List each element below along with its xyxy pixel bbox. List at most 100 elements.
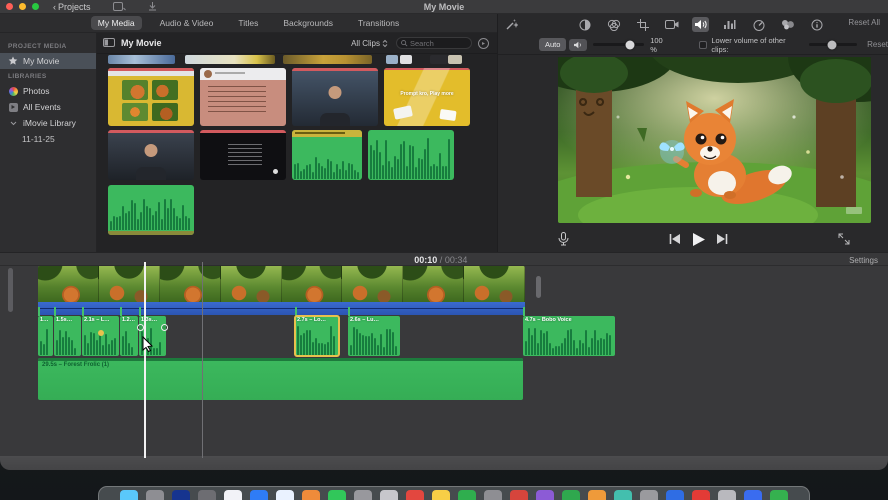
tab-transitions[interactable]: Transitions [351,16,406,30]
timeline-clip[interactable]: 1… [38,307,53,356]
dock-app-icon[interactable] [510,490,528,500]
lower-volume-checkbox[interactable] [699,40,708,49]
dock-app-icon[interactable] [536,490,554,500]
skip-back-button[interactable] [669,234,681,244]
media-thumbnail[interactable] [292,68,378,126]
dock-app-icon[interactable] [458,490,476,500]
sidebar-item-my-movie[interactable]: My Movie [0,53,96,69]
play-button[interactable] [691,232,706,247]
media-thumbnail[interactable]: Prompt kro, Play more [384,68,470,126]
timeline-scrollbar-right[interactable] [536,276,541,298]
timeline-music-clip[interactable]: 29.5s – Forest Frolic (1) [38,358,523,400]
media-thumbnail[interactable] [108,55,175,64]
dock-app-icon[interactable] [614,490,632,500]
video-clip-audio-strip[interactable] [38,302,525,315]
sidebar-item-all-events[interactable]: All Events [0,99,96,115]
timeline-clip[interactable]: 4.7s – Bobo Voice [523,307,615,356]
dock-app-icon[interactable] [588,490,606,500]
dock-app-icon[interactable] [640,490,658,500]
media-thumbnail[interactable] [200,68,286,126]
effects-icon[interactable] [779,17,796,32]
media-thumbnail[interactable] [400,55,412,64]
color-balance-icon[interactable] [576,17,593,32]
dock-app-icon[interactable] [302,490,320,500]
close-window-button[interactable] [6,3,13,10]
dock-app-icon[interactable] [562,490,580,500]
all-clips-filter[interactable]: All Clips [351,39,388,48]
fullscreen-icon[interactable] [838,233,850,245]
clip-filter-icon[interactable]: ▸ [478,37,489,49]
media-thumbnail[interactable] [108,185,194,235]
crop-icon[interactable] [634,17,651,32]
timeline-clip-selected[interactable]: 2.7s – Lo… [294,307,340,357]
sidebar-item-event-date[interactable]: 11-11-25 [0,131,96,147]
disclosure-chevron-icon[interactable] [8,118,18,128]
search-field[interactable] [396,37,472,49]
stabilization-icon[interactable] [663,17,680,32]
dock-app-icon[interactable] [328,490,346,500]
media-thumbnail[interactable] [283,55,372,64]
media-thumbnail[interactable] [368,130,454,180]
media-thumbnail[interactable] [448,55,462,64]
sidebar-item-photos[interactable]: Photos [0,83,96,99]
dock-app-icon[interactable] [432,490,450,500]
volume-slider-knob[interactable] [625,40,635,49]
fade-handle[interactable] [137,324,144,331]
dock-app-icon[interactable] [120,490,138,500]
media-thumbnail[interactable] [292,130,362,180]
timeline-clip[interactable]: 2.1s – L… [82,307,119,356]
dock-app-icon[interactable] [380,490,398,500]
dock-app-icon[interactable] [198,490,216,500]
dock-app-icon[interactable] [666,490,684,500]
timeline-clip[interactable]: 2.6s – Lu… [348,307,400,356]
timeline-clip[interactable]: 1.2… [120,307,138,356]
tab-my-media[interactable]: My Media [90,16,142,30]
media-thumbnail[interactable] [200,130,286,180]
dock-app-icon[interactable] [354,490,372,500]
dock-app-icon[interactable] [770,490,788,500]
timeline-clip[interactable]: 1.5s… [54,307,81,356]
back-to-projects-button[interactable]: ‹ Projects [53,2,91,12]
reset-all-button[interactable]: Reset All [848,18,880,27]
tab-backgrounds[interactable]: Backgrounds [276,16,340,30]
minimize-window-button[interactable] [19,3,26,10]
sidebar-toggle-icon[interactable] [103,34,115,52]
voiceover-mic-button[interactable] [558,232,569,246]
enhance-wand-icon[interactable] [503,17,520,32]
dock-app-icon[interactable] [224,490,242,500]
dock-app-icon[interactable] [276,490,294,500]
mute-button[interactable] [569,38,588,51]
zoom-window-button[interactable] [32,3,39,10]
info-icon[interactable] [808,17,825,32]
dock-app-icon[interactable] [718,490,736,500]
media-thumbnail[interactable] [185,55,275,64]
timeline-scrollbar-left[interactable] [8,268,13,312]
dock-app-icon[interactable] [250,490,268,500]
tab-audio-video[interactable]: Audio & Video [153,16,221,30]
color-correction-icon[interactable] [605,17,622,32]
media-thumbnail[interactable] [430,55,448,64]
dock-app-icon[interactable] [146,490,164,500]
skip-forward-button[interactable] [716,234,728,244]
media-thumbnail[interactable] [108,68,194,126]
video-clip-filmstrip[interactable] [38,266,525,302]
dock-app-icon[interactable] [692,490,710,500]
dock-app-icon[interactable] [744,490,762,500]
volume-icon[interactable] [692,17,709,32]
media-thumbnail[interactable] [386,55,398,64]
tab-titles[interactable]: Titles [231,16,265,30]
lower-volume-slider[interactable] [809,40,858,49]
fade-handle[interactable] [161,324,168,331]
speed-icon[interactable] [750,17,767,32]
dock-app-icon[interactable] [484,490,502,500]
media-thumbnail[interactable] [108,130,194,180]
volume-slider[interactable] [593,40,645,49]
dock-app-icon[interactable] [172,490,190,500]
reset-volume-button[interactable]: Reset [867,40,888,49]
playhead[interactable] [144,262,146,458]
dock-app-icon[interactable] [406,490,424,500]
noise-reduction-icon[interactable] [721,17,738,32]
timeline-settings-button[interactable]: Settings [849,256,878,265]
auto-volume-button[interactable]: Auto [539,38,567,51]
search-input[interactable] [410,38,467,48]
